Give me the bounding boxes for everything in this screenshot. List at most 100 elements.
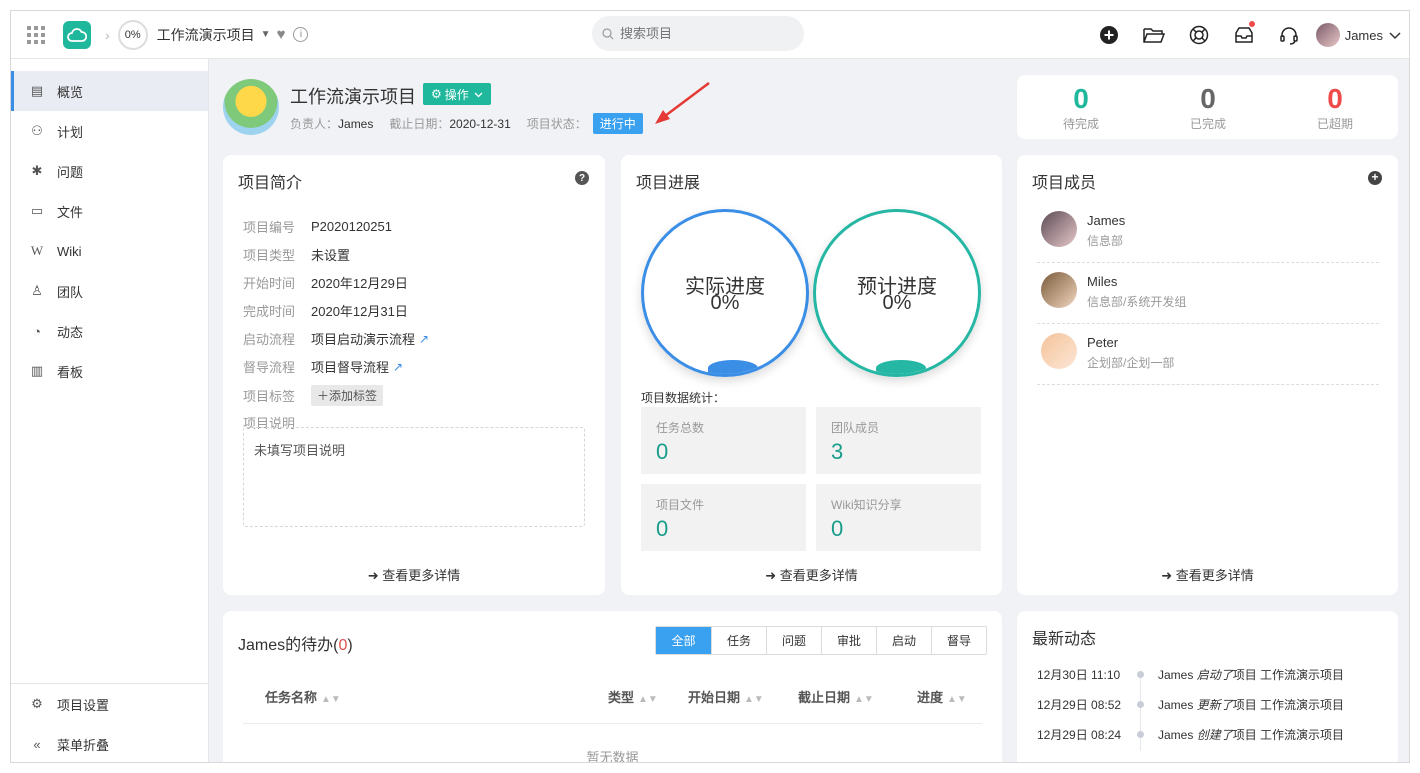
stat-box-tasks[interactable]: 任务总数 0 [641,407,806,474]
column-label: 开始日期 [688,690,741,705]
tab-launch[interactable]: 启动 [876,627,931,654]
intro-more-link[interactable]: ➜ 查看更多详情 [223,565,605,584]
tab-all[interactable]: 全部 [656,627,711,654]
sidebar-item-board[interactable]: ▥ 看板 [11,351,208,391]
project-progress-card: 项目进展 实际进度 0% 预计进度 0% 项目数据统计： 任务总数 0 团队成员 3… [621,155,1002,595]
caret-down-icon[interactable]: ▼ [261,29,271,40]
top-right-actions: James [1087,11,1409,59]
activity-item[interactable]: 12月29日 08:52 James 更新了 项目 工作流演示项目 [1037,696,1344,713]
sidebar-item-label: 问题 [57,164,84,180]
folder-open-icon[interactable] [1132,11,1177,59]
status-badge[interactable]: 进行中 [592,113,643,134]
sidebar-item-activity[interactable]: ◔ 动态 [11,311,208,351]
user-menu[interactable]: James [1312,23,1409,47]
column-header-start-date[interactable]: 开始日期 ▲▼ [688,687,764,706]
activity-item[interactable]: 12月29日 08:24 James 创建了 项目 工作流演示项目 [1037,726,1344,743]
column-header-task-name[interactable]: 任务名称 ▲▼ [265,687,341,706]
progress-more-link[interactable]: ➜ 查看更多详情 [621,565,1002,584]
member-item[interactable]: James 信息部 [1037,203,1379,263]
activity-user: James [1158,697,1194,712]
tab-issue[interactable]: 问题 [766,627,821,654]
stat-box-label: 项目文件 [656,498,705,512]
sort-icon[interactable]: ▲▼ [947,694,967,705]
column-header-progress[interactable]: 进度 ▲▼ [917,687,967,706]
lifebuoy-icon[interactable] [1177,11,1222,59]
stat-box-members[interactable]: 团队成员 3 [816,407,981,474]
activity-item[interactable]: 12月30日 11:10 James 启动了 项目 工作流演示项目 [1037,666,1344,683]
field-value: P2020120251 [311,219,392,234]
help-icon[interactable]: ? [575,171,589,185]
project-settings-button[interactable]: ⚙ 项目设置 [11,684,208,724]
start-flow-link[interactable]: 项目启动演示流程 [311,329,415,348]
stat-box-files[interactable]: 项目文件 0 [641,484,806,551]
heart-icon[interactable]: ♥ [277,26,286,43]
stat-box-value: 0 [831,516,844,541]
sort-icon[interactable]: ▲▼ [638,694,658,705]
stat-overdue[interactable]: 0 已超期 [1285,83,1385,132]
sidebar-item-team[interactable]: ♙ 团队 [11,271,208,311]
column-label: 截止日期 [798,690,851,705]
sort-icon[interactable]: ▲▼ [744,694,764,705]
field-project-code: 项目编号 P2020120251 [243,217,392,236]
member-item[interactable]: Peter 企划部/企划一部 [1037,325,1379,385]
activity-object: 项目 工作流演示项目 [1232,668,1345,682]
info-icon[interactable]: i [293,27,309,42]
add-circle-icon[interactable] [1087,11,1132,59]
external-link-icon[interactable]: ↗ [393,360,403,374]
sidebar-item-label: 计划 [57,124,84,140]
progress-value: 0% [124,28,141,41]
project-switcher-name[interactable]: 工作流演示项目 [157,25,255,45]
inbox-notification-icon[interactable] [1222,11,1267,59]
sidebar-item-label: 概览 [57,84,84,100]
actual-progress-ring: 实际进度 0% [641,209,809,377]
sort-icon[interactable]: ▲▼ [854,694,874,705]
cloud-logo-icon[interactable] [63,20,91,49]
overview-icon: ▤ [30,83,44,98]
sidebar-item-wiki[interactable]: W Wiki [11,231,208,271]
column-header-type[interactable]: 类型 ▲▼ [608,687,658,706]
activity-action: 创建了 [1196,728,1233,742]
field-value: 2020年12月29日 [311,276,408,291]
project-progress-indicator: 0% [117,19,148,50]
headset-icon[interactable] [1267,11,1312,59]
stat-pending[interactable]: 0 待完成 [1031,83,1131,132]
tab-task[interactable]: 任务 [711,627,766,654]
sidebar-item-overview[interactable]: ▤ 概览 [11,71,208,111]
table-divider [243,723,982,724]
search-input[interactable] [620,26,790,41]
member-item[interactable]: Miles 信息部/系统开发组 [1037,264,1379,324]
top-bar: › 0% 工作流演示项目 ▼ ♥ i 搜索项目 James [11,11,1409,59]
field-key: 督导流程 [243,360,296,375]
column-header-due-date[interactable]: 截止日期 ▲▼ [798,687,874,706]
sidebar-item-files[interactable]: ▭ 文件 [11,191,208,231]
operate-button[interactable]: ⚙ 操作 [423,83,491,105]
external-link-icon[interactable]: ↗ [419,332,429,346]
sidebar-item-issues[interactable]: ✱ 问题 [11,151,208,191]
sidebar-item-label: 动态 [57,324,84,340]
tab-approval[interactable]: 审批 [821,627,876,654]
member-name: Miles [1087,274,1118,289]
stat-done[interactable]: 0 已完成 [1158,83,1258,132]
sidebar-item-plan[interactable]: ⚇ 计划 [11,111,208,151]
sort-icon[interactable]: ▲▼ [321,694,341,705]
activity-time: 12月29日 08:24 [1037,728,1122,742]
members-more-link[interactable]: ➜ 查看更多详情 [1017,565,1398,584]
search-box[interactable] [592,16,804,51]
chevron-right-icon: › [105,26,110,43]
member-dept: 企划部/企划一部 [1087,356,1175,370]
field-key: 项目编号 [243,220,296,235]
add-tag-label: 添加标签 [329,389,378,403]
supervise-flow-link[interactable]: 项目督导流程 [311,357,389,376]
add-member-icon[interactable]: + [1368,171,1382,185]
field-supervise-flow: 督导流程 项目督导流程 ↗ [243,357,403,376]
tab-supervise[interactable]: 督导 [931,627,986,654]
activity-title: 最新动态 [1032,631,1097,648]
arrow-right-icon: ➜ [765,568,777,583]
app-grid-icon[interactable] [27,25,45,44]
progress-title: 项目进展 [636,175,701,192]
add-tag-button[interactable]: ＋添加标签 [311,385,384,406]
stat-box-wiki[interactable]: Wiki知识分享 0 [816,484,981,551]
collapse-menu-button[interactable]: « 菜单折叠 [11,724,208,762]
project-settings-label: 项目设置 [57,697,110,713]
description-box[interactable]: 未填写项目说明 [243,427,585,527]
